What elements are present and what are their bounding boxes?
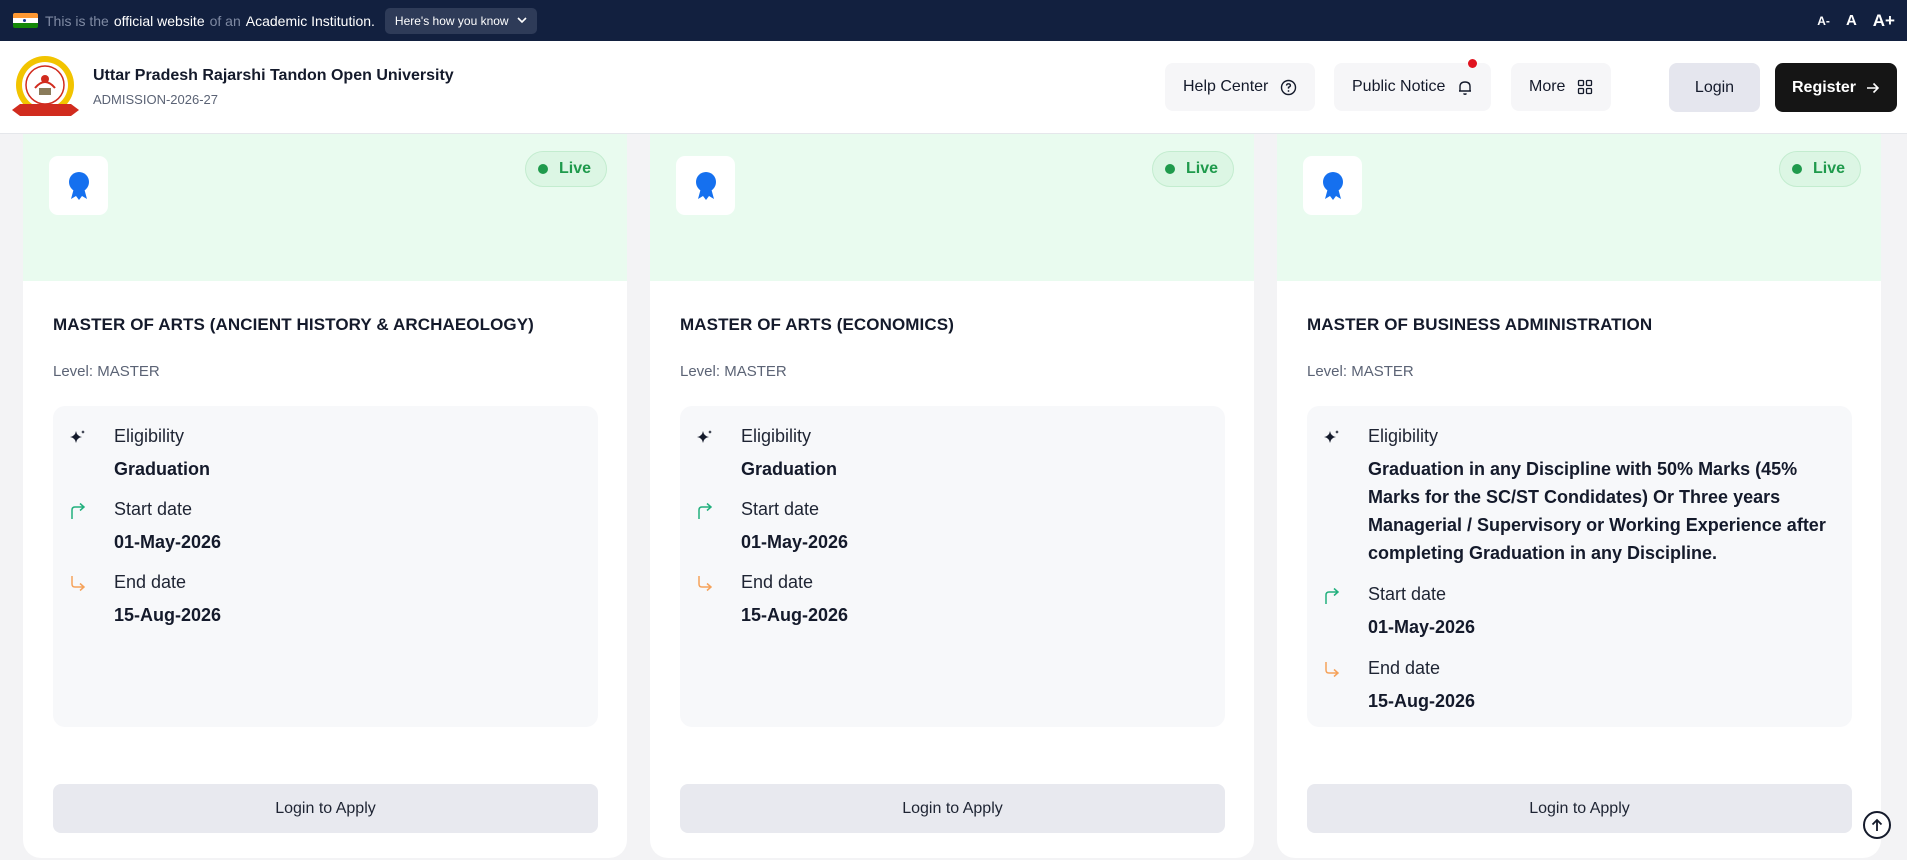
award-badge-icon: [49, 156, 108, 215]
program-level: Level: MASTER: [680, 363, 787, 380]
corner-up-right-icon: [1325, 587, 1340, 604]
more-button[interactable]: More: [1511, 63, 1612, 111]
program-details: Eligibility Graduation in any Discipline…: [1307, 406, 1852, 727]
corner-up-right-icon: [71, 502, 86, 519]
gov-banner-text: This is the official website of an Acade…: [45, 13, 375, 29]
sparkle-icon: [70, 430, 85, 443]
program-card: Live MASTER OF ARTS (ANCIENT HISTORY & A…: [23, 134, 627, 858]
grid-icon: [1578, 79, 1593, 95]
corner-down-right-icon: [1325, 662, 1340, 678]
how-you-know-label: Here's how you know: [394, 13, 509, 28]
gov-text-prefix: This is the: [45, 12, 109, 29]
font-decrease-button[interactable]: A-: [1817, 14, 1830, 28]
end-date-value: 15-Aug-2026: [114, 605, 222, 625]
corner-down-right-icon: [71, 576, 86, 592]
program-title: MASTER OF ARTS (ANCIENT HISTORY & ARCHAE…: [53, 315, 534, 334]
notification-dot: [1468, 59, 1478, 68]
end-date-label: End date: [741, 572, 814, 592]
card-header: Live: [1277, 134, 1881, 281]
scroll-to-top-button[interactable]: [1863, 811, 1891, 839]
site-header: Uttar Pradesh Rajarshi Tandon Open Unive…: [0, 41, 1907, 134]
status-label: Live: [1185, 160, 1218, 177]
how-you-know-button[interactable]: Here's how you know: [384, 7, 537, 34]
help-center-label: Help Center: [1183, 78, 1269, 95]
eligibility-value: Graduation in any Discipline with 50% Ma…: [1368, 459, 1826, 563]
register-label: Register: [1791, 78, 1857, 96]
live-status-badge: Live: [1151, 151, 1234, 187]
sparkle-icon: [697, 430, 712, 443]
corner-down-right-icon: [698, 576, 713, 592]
gov-banner: This is the official website of an Acade…: [0, 0, 1907, 41]
program-level: Level: MASTER: [1307, 363, 1414, 380]
help-center-button[interactable]: Help Center: [1165, 63, 1316, 111]
login-button[interactable]: Login: [1669, 63, 1760, 112]
card-header: Live: [23, 134, 627, 281]
card-header: Live: [650, 134, 1254, 281]
bell-icon: [1459, 80, 1472, 95]
gov-text-institution: Academic Institution.: [245, 12, 375, 29]
program-details: Eligibility Graduation Start date 01-May…: [680, 406, 1225, 727]
award-badge-icon: [1303, 156, 1362, 215]
end-date-value: 15-Aug-2026: [741, 605, 849, 625]
program-card: Live MASTER OF BUSINESS ADMINISTRATION L…: [1277, 134, 1881, 858]
login-to-apply-button[interactable]: Login to Apply: [680, 784, 1225, 833]
status-label: Live: [558, 160, 591, 177]
admission-session: ADMISSION-2026-27: [93, 92, 218, 107]
font-size-controls: A- A A+: [1817, 0, 1895, 41]
public-notice-button[interactable]: Public Notice: [1334, 59, 1492, 111]
sparkle-icon: [1324, 430, 1339, 443]
status-label: Live: [1812, 160, 1845, 177]
public-notice-label: Public Notice: [1352, 78, 1446, 95]
login-to-apply-button[interactable]: Login to Apply: [53, 784, 598, 833]
end-date-label: End date: [1368, 658, 1441, 678]
eligibility-label: Eligibility: [1368, 426, 1439, 446]
start-date-value: 01-May-2026: [1368, 617, 1476, 637]
eligibility-label: Eligibility: [741, 426, 812, 446]
university-logo[interactable]: [8, 54, 83, 122]
end-date-label: End date: [114, 572, 187, 592]
live-status-badge: Live: [1778, 151, 1861, 187]
start-date-label: Start date: [114, 499, 193, 519]
end-date-value: 15-Aug-2026: [1368, 691, 1476, 711]
chevron-down-icon: [517, 17, 527, 24]
corner-up-right-icon: [698, 502, 713, 519]
arrow-right-icon: [1867, 82, 1880, 93]
university-name[interactable]: Uttar Pradesh Rajarshi Tandon Open Unive…: [93, 67, 454, 85]
start-date-value: 01-May-2026: [741, 532, 849, 552]
font-increase-button[interactable]: A+: [1873, 11, 1895, 31]
start-date-value: 01-May-2026: [114, 532, 222, 552]
award-badge-icon: [676, 156, 735, 215]
more-label: More: [1529, 78, 1566, 95]
program-title: MASTER OF ARTS (ECONOMICS): [680, 315, 954, 334]
india-flag-icon: [13, 13, 38, 28]
eligibility-value: Graduation: [114, 459, 211, 479]
help-circle-icon: [1281, 79, 1297, 95]
gov-text-mid: of an: [209, 12, 241, 29]
login-to-apply-button[interactable]: Login to Apply: [1307, 784, 1852, 833]
register-button[interactable]: Register: [1775, 63, 1897, 112]
program-level: Level: MASTER: [53, 363, 160, 380]
eligibility-value: Graduation: [741, 459, 838, 479]
live-status-badge: Live: [524, 151, 607, 187]
program-card: Live MASTER OF ARTS (ECONOMICS) Level: M…: [650, 134, 1254, 858]
font-normal-button[interactable]: A: [1846, 12, 1857, 29]
program-details: Eligibility Graduation Start date 01-May…: [53, 406, 598, 727]
eligibility-label: Eligibility: [114, 426, 185, 446]
gov-text-official: official website: [113, 12, 205, 29]
start-date-label: Start date: [741, 499, 820, 519]
arrow-up-icon: [1871, 818, 1883, 831]
start-date-label: Start date: [1368, 584, 1447, 604]
program-title: MASTER OF BUSINESS ADMINISTRATION: [1307, 315, 1653, 334]
